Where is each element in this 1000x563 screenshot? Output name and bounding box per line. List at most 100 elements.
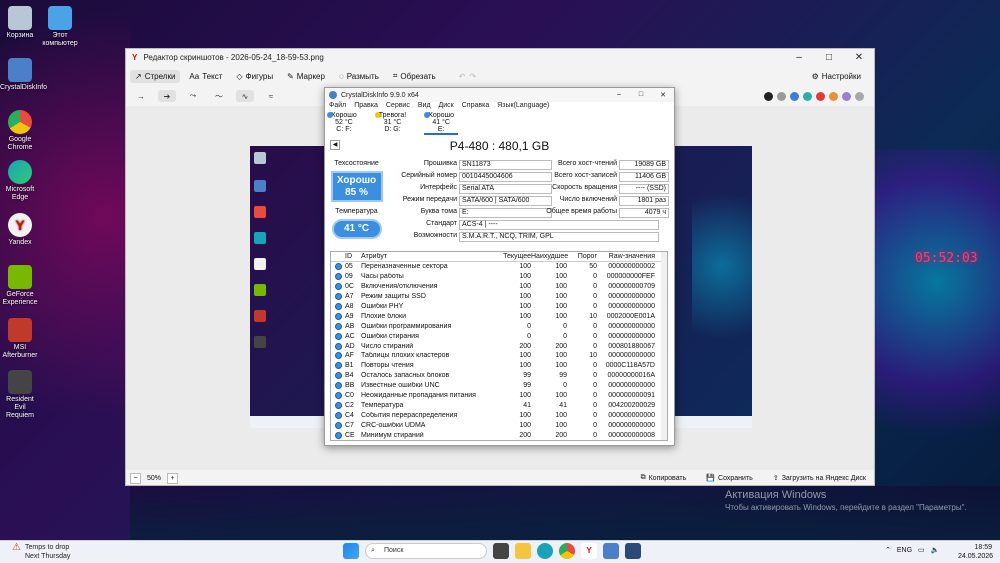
desktop-icon-crystaldiskinfo[interactable]: CrystalDiskInfo — [0, 58, 47, 92]
line-style-thick[interactable]: ≈ — [262, 90, 280, 102]
table-row[interactable]: A8 Ошибки PHY 100 100 0 000000000000 — [331, 302, 667, 312]
color-swatch[interactable] — [842, 91, 851, 101]
explorer-icon[interactable] — [515, 543, 531, 559]
table-row[interactable]: C7 CRC-ошибки UDMA 100 100 0 000000000000 — [331, 420, 667, 430]
color-swatch[interactable] — [777, 91, 786, 101]
yandex-taskbar-icon[interactable]: Y — [581, 543, 597, 559]
table-row[interactable]: AD Число стираний 200 200 0 000801880067 — [331, 341, 667, 351]
language-indicator[interactable]: ENG — [897, 547, 912, 554]
table-row[interactable]: C4 События перераспределения 100 100 0 000000… — [331, 410, 667, 420]
menu-service[interactable]: Сервис — [386, 102, 410, 112]
color-swatch[interactable] — [790, 91, 799, 101]
disk-tab-1[interactable]: Хорошо 52 °C C: F: — [327, 112, 361, 135]
volume-icon[interactable]: 🔈 — [931, 546, 940, 554]
editor-titlebar[interactable]: Y Редактор скриншотов - 2026-05-24_18-59… — [126, 49, 874, 66]
chevron-up-icon[interactable]: ⌃ — [885, 546, 891, 554]
color-swatch[interactable] — [829, 91, 838, 101]
cdi-taskbar-icon[interactable] — [603, 543, 619, 559]
weather-widget[interactable]: ⚠ Temps to drop Next Thursday — [12, 543, 70, 561]
table-row[interactable]: CE Минимум стираний 200 200 0 000000000008 — [331, 430, 667, 440]
desktop-icon-recycle-bin[interactable]: Корзина — [0, 6, 40, 40]
color-swatch[interactable] — [816, 91, 825, 101]
edge-taskbar-icon[interactable] — [537, 543, 553, 559]
tool-crop[interactable]: ⌗ Обрезать — [388, 69, 441, 83]
col-current[interactable]: Текущее — [499, 253, 531, 260]
firmware-label: Прошивка — [423, 160, 457, 167]
color-swatch[interactable] — [764, 91, 773, 101]
save-button[interactable]: 💾 Сохранить — [706, 474, 753, 483]
cdi-minimize-button[interactable]: – — [608, 91, 630, 99]
image-viewer-taskbar-icon[interactable] — [625, 543, 641, 559]
table-row[interactable]: C2 Температура 41 41 0 004200200029 — [331, 400, 667, 410]
undo-icon[interactable]: ↶ — [459, 72, 466, 81]
tool-blur[interactable]: ◌ Размыть — [334, 70, 384, 83]
menu-view[interactable]: Вид — [418, 102, 431, 112]
table-row[interactable]: A9 Плохие блоки 100 100 10 0002000E001A — [331, 311, 667, 321]
settings-button[interactable]: ⚙ Настройки — [807, 70, 866, 83]
color-swatch[interactable] — [855, 91, 864, 101]
table-row[interactable]: B4 Осталось запасных блоков 99 99 0 000000000… — [331, 371, 667, 381]
cdi-titlebar[interactable]: CrystalDiskInfo 9.9.0 x64 – □ ✕ — [325, 88, 674, 102]
minimize-button[interactable]: – — [784, 52, 814, 63]
upload-yandex-disk-button[interactable]: ⇪ Загрузить на Яндекс Диск — [773, 474, 866, 483]
clock[interactable]: 18:59 24.05.2026 — [958, 543, 993, 561]
windows-start-icon[interactable] — [343, 543, 359, 559]
col-id[interactable]: ID — [345, 253, 361, 260]
cdi-maximize-button[interactable]: □ — [630, 91, 652, 99]
arrow-style-bold[interactable]: ➔ — [158, 90, 176, 102]
col-attribute[interactable]: Атрибут — [361, 253, 499, 260]
tool-arrows[interactable]: ↗ Стрелки — [130, 69, 181, 83]
arrow-style-curved[interactable]: ⤳ — [184, 90, 202, 102]
cdi-close-button[interactable]: ✕ — [652, 91, 674, 99]
table-row[interactable]: BB Известные ошибки UNC 99 0 0 000000000000 — [331, 381, 667, 391]
desktop-icon-edge[interactable]: Microsoft Edge — [0, 160, 40, 202]
task-view-icon[interactable] — [493, 543, 509, 559]
table-row[interactable]: AF Таблицы плохих кластеров 100 100 10 000000… — [331, 351, 667, 361]
table-scrollbar[interactable] — [661, 252, 667, 440]
tool-shapes[interactable]: ◇ Фигуры — [231, 70, 278, 83]
menu-file[interactable]: Файл — [329, 102, 346, 112]
taskbar-search[interactable]: ⌕ Поиск — [365, 543, 487, 559]
menu-edit[interactable]: Правка — [354, 102, 378, 112]
smart-table[interactable]: ID Атрибут Текущее Наихудшее Порог Raw-з… — [330, 251, 668, 441]
maximize-button[interactable]: □ — [814, 52, 844, 63]
table-row[interactable]: 09 Часы работы 100 100 0 000000000FEF — [331, 272, 667, 282]
close-button[interactable]: ✕ — [844, 52, 874, 63]
disk-tab-2[interactable]: Тревога! 31 °C D: G: — [374, 112, 410, 135]
color-swatch[interactable] — [803, 91, 812, 101]
desktop-icon-this-pc[interactable]: Этот компьютер — [40, 6, 80, 48]
zoom-out-button[interactable]: − — [130, 472, 141, 484]
disk-tab-3[interactable]: Хорошо 41 °C E: — [424, 112, 459, 135]
col-worst[interactable]: Наихудшее — [531, 253, 568, 260]
tool-text[interactable]: Aa Текст — [184, 70, 227, 83]
table-row[interactable]: 0C Включения/отключения 100 100 0 00000000070… — [331, 282, 667, 292]
status-dot-icon — [334, 362, 342, 370]
network-icon[interactable]: ▭ — [918, 546, 925, 554]
menu-language[interactable]: Язык(Language) — [497, 102, 549, 112]
chrome-taskbar-icon[interactable] — [559, 543, 575, 559]
cell-current: 200 — [519, 342, 531, 350]
zoom-in-button[interactable]: + — [167, 472, 179, 484]
desktop-icon-resident-evil[interactable]: Resident Evil Requiem — [0, 370, 40, 420]
desktop-icon-chrome[interactable]: Google Chrome — [0, 110, 40, 152]
line-style-medium[interactable]: ∿ — [236, 90, 254, 102]
table-row[interactable]: AB Ошибки программирования 0 0 0 000000000000 — [331, 321, 667, 331]
table-row[interactable]: AC Ошибки стирания 0 0 0 000000000000 — [331, 331, 667, 341]
copy-button[interactable]: ⧉ Копировать — [641, 474, 687, 482]
line-style-thin[interactable]: 〜 — [210, 90, 228, 102]
menu-disk[interactable]: Диск — [439, 102, 454, 112]
table-row[interactable]: B1 Повторы чтения 100 100 0 0000C118A57D — [331, 361, 667, 371]
arrow-style-thin[interactable]: → — [132, 90, 150, 102]
tool-marker[interactable]: ✎ Маркер — [282, 70, 330, 83]
redo-icon[interactable]: ↷ — [469, 72, 476, 81]
menu-help[interactable]: Справка — [462, 102, 489, 112]
table-row[interactable]: 05 Переназначенные сектора 100 100 50 0000000… — [331, 262, 667, 272]
desktop-icon-msi-afterburner[interactable]: MSI Afterburner — [0, 318, 40, 360]
table-row[interactable]: C0 Неожиданные пропадания питания 100 100 0 0… — [331, 391, 667, 401]
desktop-icon-yandex[interactable]: Y Yandex — [0, 213, 40, 247]
desktop-icon-geforce[interactable]: GeForce Experience — [0, 265, 40, 307]
col-threshold[interactable]: Порог — [567, 253, 597, 260]
col-raw[interactable]: Raw-значения — [597, 253, 657, 260]
prev-disk-button[interactable]: ◀ — [330, 140, 340, 150]
table-row[interactable]: A7 Режим защиты SSD 100 100 0 000000000000 — [331, 292, 667, 302]
